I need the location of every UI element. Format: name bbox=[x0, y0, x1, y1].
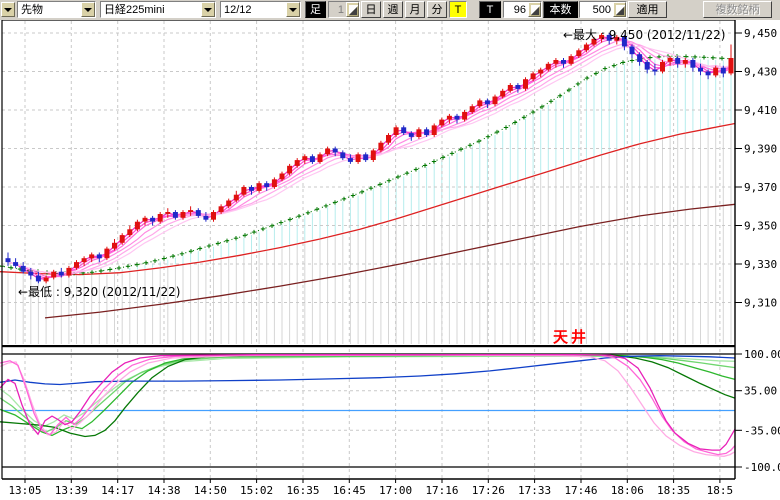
svg-text:17:16: 17:16 bbox=[425, 484, 458, 497]
chevron-down-icon[interactable] bbox=[286, 2, 300, 17]
svg-text:14:17: 14:17 bbox=[101, 484, 134, 497]
svg-text:18:5: 18:5 bbox=[707, 484, 734, 497]
svg-text:9,310: 9,310 bbox=[744, 297, 777, 310]
tick-count-spinner[interactable]: 96 bbox=[503, 1, 542, 18]
symbol-combobox[interactable]: 日経225mini bbox=[100, 1, 216, 18]
svg-text:9,390: 9,390 bbox=[744, 143, 777, 156]
bars-label-button[interactable]: 本数 bbox=[543, 1, 578, 18]
svg-text:9,350: 9,350 bbox=[744, 220, 777, 233]
period-spinner[interactable]: 1 bbox=[328, 1, 360, 18]
chevron-down-icon[interactable] bbox=[201, 2, 215, 17]
svg-text:14:50: 14:50 bbox=[194, 484, 227, 497]
svg-text:17:00: 17:00 bbox=[379, 484, 412, 497]
period-week-button[interactable]: 週 bbox=[383, 1, 403, 18]
svg-text:-35.00: -35.00 bbox=[744, 424, 780, 437]
trading-chart-window: 先物 日経225mini 12/12 足 1 日 週 月 分 T T 96 本数… bbox=[0, 0, 780, 500]
apply-button[interactable]: 適用 bbox=[628, 1, 667, 18]
svg-text:17:26: 17:26 bbox=[472, 484, 505, 497]
svg-text:13:05: 13:05 bbox=[8, 484, 41, 497]
bars-count-spinner[interactable]: 500 bbox=[579, 1, 627, 18]
svg-text:16:45: 16:45 bbox=[333, 484, 366, 497]
svg-text:13:39: 13:39 bbox=[55, 484, 88, 497]
period-minute-button[interactable]: 分 bbox=[427, 1, 447, 18]
svg-text:9,410: 9,410 bbox=[744, 104, 777, 117]
leftmost-combo-arrow[interactable] bbox=[1, 2, 15, 17]
spinner-icon[interactable] bbox=[346, 2, 359, 17]
svg-text:15:02: 15:02 bbox=[240, 484, 273, 497]
svg-text:-100.00: -100.00 bbox=[744, 461, 780, 474]
symbol-type-value: 先物 bbox=[21, 4, 43, 16]
svg-text:18:06: 18:06 bbox=[611, 484, 644, 497]
symbol-type-combobox[interactable]: 先物 bbox=[17, 1, 96, 18]
symbol-value: 日経225mini bbox=[104, 4, 165, 16]
svg-text:9,450: 9,450 bbox=[744, 27, 777, 40]
bar-type-button[interactable]: 足 bbox=[305, 1, 326, 18]
period-month-button[interactable]: 月 bbox=[405, 1, 425, 18]
tick-label-button[interactable]: T bbox=[479, 1, 501, 18]
spinner-icon[interactable] bbox=[528, 2, 541, 17]
contract-month-combobox[interactable]: 12/12 bbox=[220, 1, 301, 18]
svg-text:9,370: 9,370 bbox=[744, 181, 777, 194]
bars-count-value: 500 bbox=[592, 4, 611, 16]
contract-month-value: 12/12 bbox=[224, 4, 252, 16]
svg-text:16:35: 16:35 bbox=[286, 484, 319, 497]
spinner-icon[interactable] bbox=[613, 2, 626, 17]
svg-text:9,330: 9,330 bbox=[744, 258, 777, 271]
svg-text:14:38: 14:38 bbox=[147, 484, 180, 497]
svg-text:9,430: 9,430 bbox=[744, 66, 777, 79]
chevron-down-icon[interactable] bbox=[81, 2, 95, 17]
svg-text:17:33: 17:33 bbox=[518, 484, 551, 497]
svg-text:17:46: 17:46 bbox=[564, 484, 597, 497]
price-chart-canvas[interactable]: 9,450 9,430 9,410 9,390 9,370 9,350 9,330 9,310… bbox=[0, 0, 780, 500]
tick-toggle-button[interactable]: T bbox=[449, 1, 467, 18]
period-value: 1 bbox=[337, 4, 344, 16]
svg-text:100.00: 100.00 bbox=[744, 348, 780, 361]
toolbar: 先物 日経225mini 12/12 足 1 日 週 月 分 T T 96 本数… bbox=[0, 0, 780, 20]
svg-text:35.00: 35.00 bbox=[744, 385, 777, 398]
multi-symbol-button[interactable]: 複数銘柄 bbox=[703, 1, 772, 18]
chevron-down-icon bbox=[4, 7, 12, 12]
tick-count-value: 96 bbox=[513, 4, 526, 16]
period-day-button[interactable]: 日 bbox=[361, 1, 381, 18]
svg-text:18:35: 18:35 bbox=[657, 484, 690, 497]
